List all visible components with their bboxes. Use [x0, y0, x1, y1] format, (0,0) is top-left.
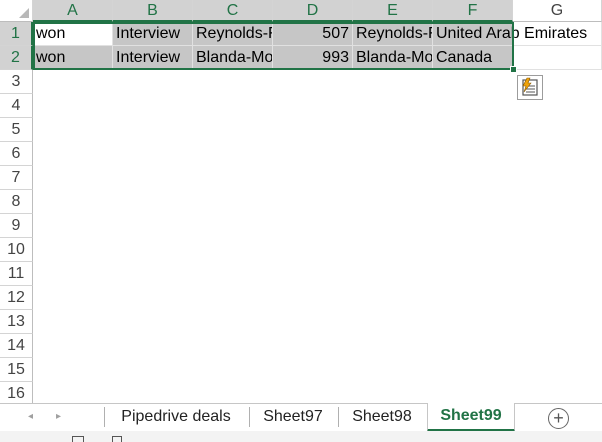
previous-sheet-icon[interactable]: ◂: [28, 410, 33, 424]
cell-d1[interactable]: 507: [273, 22, 353, 46]
row-header-8[interactable]: 8: [0, 190, 33, 214]
row-header-13[interactable]: 13: [0, 310, 33, 334]
cell-f1[interactable]: United Arab Emirates: [433, 22, 587, 46]
row-header-6[interactable]: 6: [0, 142, 33, 166]
add-sheet-button[interactable]: +: [548, 408, 569, 429]
plus-icon: +: [553, 408, 564, 428]
page-layout-icon[interactable]: [72, 436, 84, 442]
tab-sheet99[interactable]: Sheet99: [427, 403, 515, 432]
tab-pipedrive-deals[interactable]: Pipedrive deals: [108, 404, 244, 431]
row-header-3[interactable]: 3: [0, 70, 33, 94]
cell-a1[interactable]: won: [33, 22, 113, 46]
row-header-9[interactable]: 9: [0, 214, 33, 238]
cell-d2[interactable]: 993: [273, 46, 353, 70]
column-header-a[interactable]: A: [33, 0, 113, 22]
row-header-4[interactable]: 4: [0, 94, 33, 118]
fill-handle[interactable]: [510, 66, 517, 73]
tab-separator: [249, 407, 250, 427]
row-header-5[interactable]: 5: [0, 118, 33, 142]
column-header-e[interactable]: E: [353, 0, 433, 22]
row-header-12[interactable]: 12: [0, 286, 33, 310]
row-header-2[interactable]: 2: [0, 46, 33, 70]
sheet-tab-bar: ◂ ▸ Pipedrive deals Sheet97 Sheet98 Shee…: [0, 403, 602, 432]
cell-e1[interactable]: Reynolds-F: [353, 22, 433, 46]
status-bar: [0, 431, 602, 442]
row-header-11[interactable]: 11: [0, 262, 33, 286]
tab-sheet98[interactable]: Sheet98: [341, 404, 423, 431]
row-header-7[interactable]: 7: [0, 166, 33, 190]
cell-f2[interactable]: Canada: [433, 46, 513, 70]
row-header-10[interactable]: 10: [0, 238, 33, 262]
column-header-b[interactable]: B: [113, 0, 193, 22]
cell-c2[interactable]: Blanda-Mo: [193, 46, 273, 70]
tab-separator: [338, 407, 339, 427]
cell-g2[interactable]: [513, 46, 602, 70]
tab-separator: [104, 407, 105, 427]
tab-sheet97[interactable]: Sheet97: [252, 404, 334, 431]
cell-b2[interactable]: Interview: [113, 46, 193, 70]
settings-icon[interactable]: [112, 436, 122, 442]
quick-analysis-icon: [522, 77, 538, 96]
cell-e2[interactable]: Blanda-Mo: [353, 46, 433, 70]
column-header-c[interactable]: C: [193, 0, 273, 22]
next-sheet-icon[interactable]: ▸: [56, 410, 61, 424]
cell-a2[interactable]: won: [33, 46, 113, 70]
column-header-g[interactable]: G: [513, 0, 602, 22]
column-header-f[interactable]: F: [433, 0, 513, 22]
quick-analysis-button[interactable]: [517, 75, 543, 100]
cell-c1[interactable]: Reynolds-F: [193, 22, 273, 46]
column-header-d[interactable]: D: [273, 0, 353, 22]
cell-b1[interactable]: Interview: [113, 22, 193, 46]
select-all-button[interactable]: [0, 0, 33, 22]
row-header-14[interactable]: 14: [0, 334, 33, 358]
row-header-15[interactable]: 15: [0, 358, 33, 382]
row-header-1[interactable]: 1: [0, 22, 33, 46]
